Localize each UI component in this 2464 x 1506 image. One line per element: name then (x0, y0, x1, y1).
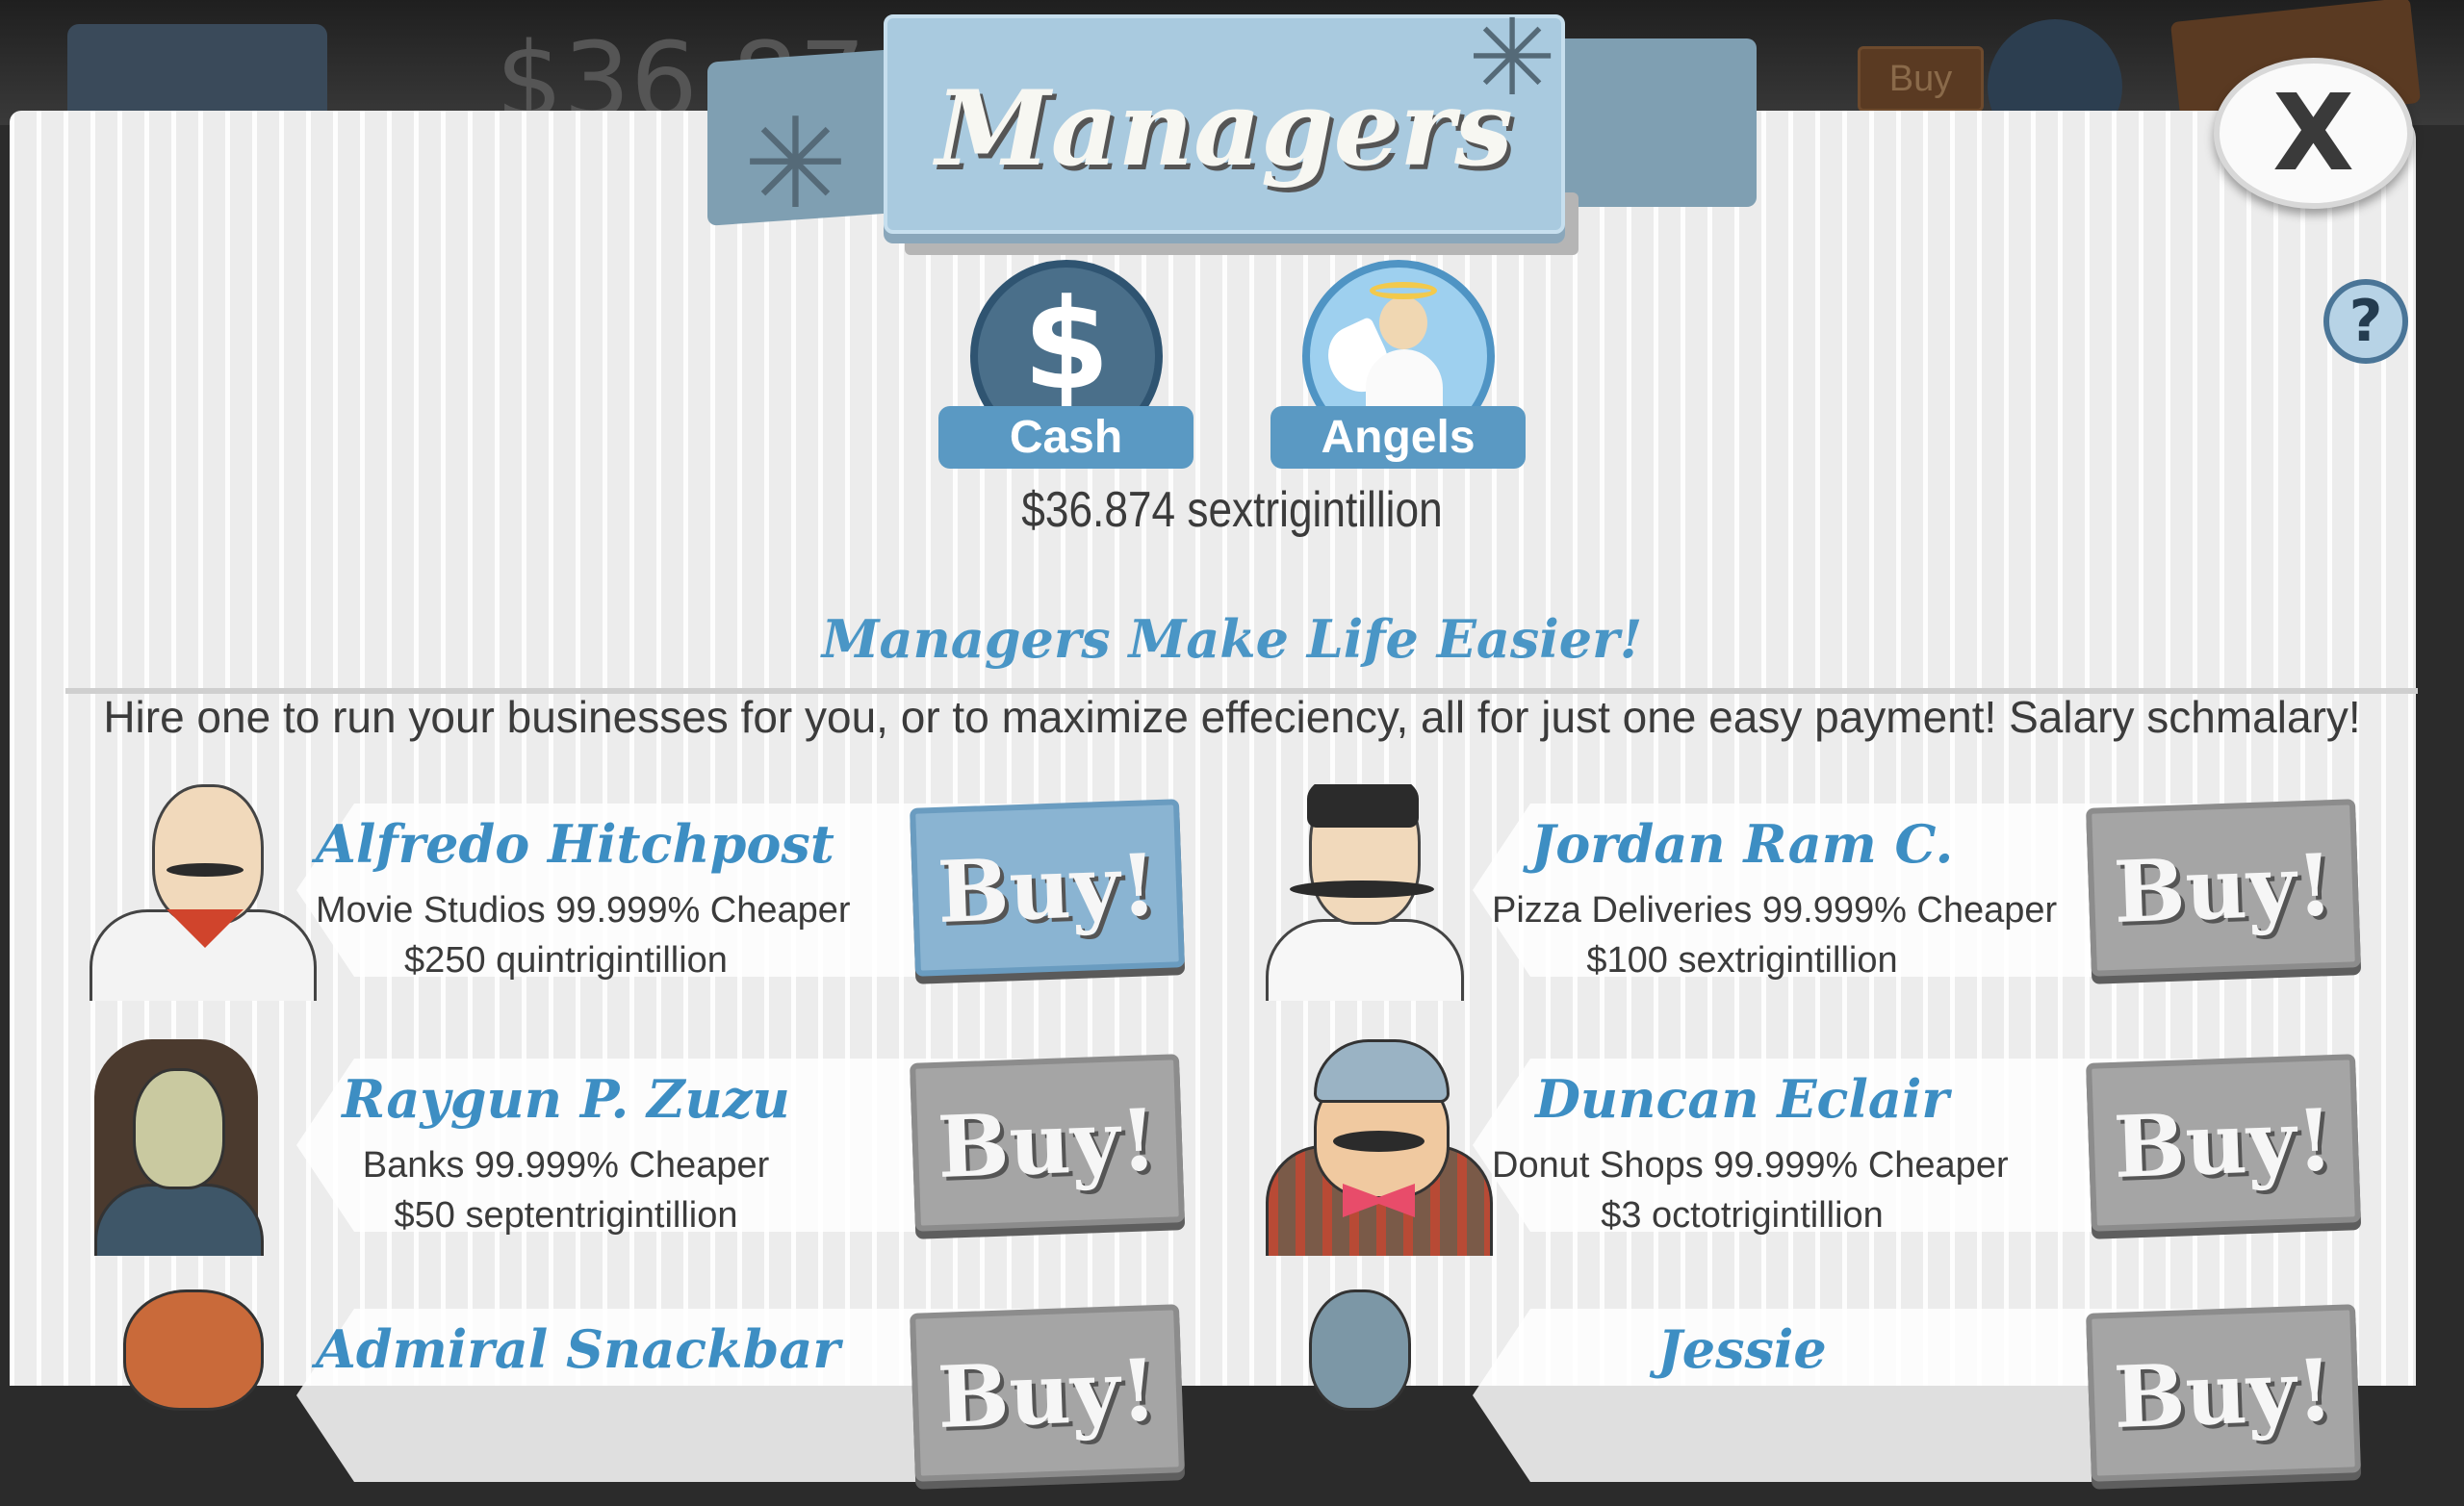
manager-cost: $100 sextrigintillion (1586, 940, 1898, 981)
buy-button[interactable]: Buy! (910, 1304, 1185, 1482)
manager-portrait-raygun (85, 1039, 325, 1256)
manager-name: Jessie (1657, 1318, 1827, 1380)
manager-name: Jordan Ram C. (1530, 813, 1954, 875)
snowflake-icon: ✳ (1468, 0, 1557, 119)
close-icon: X (2272, 71, 2354, 194)
buy-button[interactable]: Buy! (910, 799, 1185, 977)
manager-cost: $50 septentrigintillion (394, 1195, 738, 1236)
manager-name: Admiral Snackbar (316, 1318, 840, 1380)
manager-effect: Banks 99.999% Cheaper (362, 1145, 770, 1186)
manager-cost: $3 octotrigintillion (1601, 1195, 1884, 1236)
manager-cost: $250 quintrigintillion (404, 940, 728, 981)
manager-portrait-jessie (1261, 1289, 1502, 1506)
manager-card: Duncan Eclair Donut Shops 99.999% Cheape… (1261, 1039, 2397, 1256)
section-subtitle: Managers Make Life Easier! (821, 608, 1643, 670)
tab-angels-label: Angels (1270, 406, 1526, 469)
manager-portrait-alfredo (85, 784, 325, 1001)
buy-button[interactable]: Buy! (910, 1054, 1185, 1232)
page-title: Managers (936, 68, 1513, 190)
manager-card: Jordan Ram C. Pizza Deliveries 99.999% C… (1261, 784, 2397, 1001)
manager-card: Jessie Buy! (1261, 1289, 2397, 1496)
manager-effect: Pizza Deliveries 99.999% Cheaper (1492, 890, 2058, 931)
manager-portrait-admiral (85, 1289, 325, 1506)
manager-card: Admiral Snackbar Buy! (85, 1289, 1220, 1496)
manager-effect: Donut Shops 99.999% Cheaper (1492, 1145, 2009, 1186)
manager-card: Raygun P. Zuzu Banks 99.999% Cheaper $50… (85, 1039, 1220, 1256)
tab-cash[interactable]: $ Cash (938, 260, 1194, 476)
manager-portrait-jordan (1261, 784, 1502, 1001)
buy-button[interactable]: Buy! (2086, 1054, 2361, 1232)
tab-angels[interactable]: Angels (1270, 260, 1526, 476)
manager-effect: Movie Studios 99.999% Cheaper (316, 890, 851, 931)
manager-card: Alfredo Hitchpost Movie Studios 99.999% … (85, 784, 1220, 1001)
manager-name: Alfredo Hitchpost (316, 813, 834, 875)
help-button[interactable]: ? (2323, 279, 2408, 364)
manager-portrait-duncan (1261, 1039, 1502, 1256)
cash-amount: $36.874 sextrigintillion (1021, 482, 1443, 538)
title-banner: Managers (884, 14, 1565, 234)
manager-name: Raygun P. Zuzu (342, 1068, 790, 1130)
game-buy-button: Buy (1858, 46, 1984, 112)
tab-cash-label: Cash (938, 406, 1194, 469)
buy-button[interactable]: Buy! (2086, 799, 2361, 977)
snowflake-icon: ✳ (743, 90, 848, 237)
buy-button[interactable]: Buy! (2086, 1304, 2361, 1482)
manager-name: Duncan Eclair (1535, 1068, 1949, 1130)
section-description: Hire one to run your businesses for you,… (103, 692, 2361, 742)
close-button[interactable]: X (2214, 58, 2413, 209)
